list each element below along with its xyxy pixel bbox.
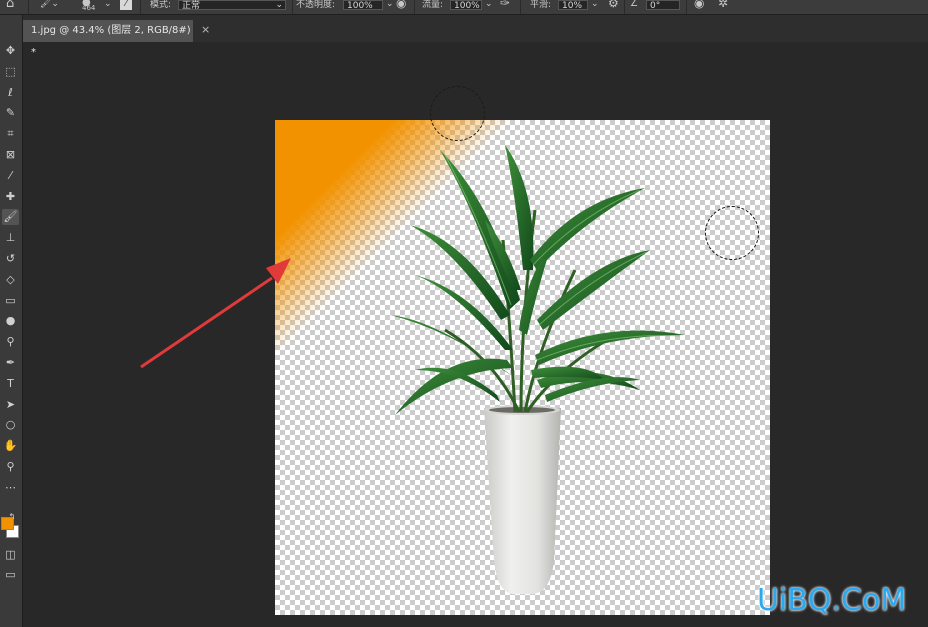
chevron-down-icon: ⌄ — [275, 0, 283, 10]
more-tools-icon[interactable]: ⋯ — [2, 480, 19, 496]
plant-image — [390, 145, 685, 594]
eraser-tool-icon[interactable]: ◇ — [2, 272, 19, 288]
opacity-label: 不透明度: — [296, 0, 336, 10]
mode-select[interactable]: 正常 ⌄ — [178, 0, 286, 11]
brush-panel-icon[interactable]: ⁄ — [120, 0, 132, 10]
ellipse-tool-icon[interactable]: ○ — [2, 417, 19, 433]
history-brush-tool-icon[interactable]: ↺ — [2, 251, 19, 267]
dodge-tool-icon[interactable]: ⚲ — [2, 334, 19, 350]
lasso-tool-icon[interactable]: ℓ — [2, 85, 19, 101]
home-icon[interactable]: ⌂ — [6, 0, 14, 12]
gradient-tool-icon[interactable]: ▭ — [2, 293, 19, 309]
chevron-down-icon[interactable]: ⌄ — [591, 0, 599, 13]
angle-icon: ∠ — [630, 0, 639, 9]
hand-tool-icon[interactable]: ✋ — [2, 438, 19, 454]
mode-label: 模式: — [150, 0, 172, 10]
document-tab-title: 1.jpg @ 43.4% (图层 2, RGB/8#) * — [31, 25, 191, 58]
angle-field[interactable]: 0° — [646, 0, 680, 11]
gear-icon[interactable]: ⚙ — [608, 0, 619, 12]
opacity-value: 100% — [347, 1, 373, 11]
options-bar: ⌂ 🖌⌄ ● 464 ⌄ ⁄ 模式: 正常 ⌄ 不透明度: 100% ⌄ ◉ 流… — [0, 0, 928, 15]
path-select-tool-icon[interactable]: ➤ — [2, 397, 19, 413]
flow-label: 流量: — [422, 0, 444, 10]
screen-mode-icon[interactable]: ▭ — [2, 567, 19, 583]
vase — [484, 408, 561, 594]
brush-tool-preset-icon[interactable]: 🖌⌄ — [40, 0, 59, 13]
quick-mask-icon[interactable]: ◫ — [2, 547, 19, 563]
marquee-tool-icon[interactable]: ⬚ — [2, 64, 19, 80]
frame-tool-icon[interactable]: ⊠ — [2, 147, 19, 163]
eyedropper-tool-icon[interactable]: ⁄ — [2, 168, 19, 184]
chevron-down-icon[interactable]: ⌄ — [485, 0, 493, 13]
mode-select-value: 正常 — [182, 1, 201, 11]
brush-size-value: 464 — [82, 4, 96, 12]
angle-value: 0° — [650, 1, 661, 11]
chevron-down-icon[interactable]: ⌄ — [104, 0, 112, 13]
brush-size-circle — [430, 86, 485, 141]
healing-brush-tool-icon[interactable]: ✚ — [2, 189, 19, 205]
pen-tool-icon[interactable]: ✒ — [2, 355, 19, 371]
zoom-tool-icon[interactable]: ⚲ — [2, 459, 19, 475]
quick-select-tool-icon[interactable]: ✎ — [2, 105, 19, 121]
blur-tool-icon[interactable]: ● — [2, 313, 19, 329]
pressure-opacity-icon[interactable]: ◉ — [396, 0, 406, 12]
airbrush-icon[interactable]: ✑ — [500, 0, 510, 12]
document-canvas[interactable] — [275, 120, 770, 615]
smoothing-value: 10% — [562, 1, 583, 11]
move-tool-icon[interactable]: ✥ — [2, 43, 19, 59]
pressure-size-icon[interactable]: ◉ — [694, 0, 704, 12]
swap-colors-icon[interactable]: ↰ — [4, 509, 20, 525]
brush-cursor — [705, 206, 759, 260]
document-tab-bar: 1.jpg @ 43.4% (图层 2, RGB/8#) * × — [23, 15, 928, 58]
document-tab[interactable]: 1.jpg @ 43.4% (图层 2, RGB/8#) * — [23, 20, 193, 58]
clone-stamp-tool-icon[interactable]: ⊥ — [2, 230, 19, 246]
watermark-text: UiBQ.CoM — [757, 583, 907, 618]
opacity-field[interactable]: 100% — [343, 0, 383, 11]
chevron-down-icon[interactable]: ⌄ — [386, 0, 394, 13]
symmetry-icon[interactable]: ✲ — [718, 0, 728, 12]
crop-tool-icon[interactable]: ⌗ — [2, 126, 19, 142]
tools-panel: ✥ ⬚ ℓ ✎ ⌗ ⊠ ⁄ ✚ 🖌 ⊥ ↺ ◇ ▭ ● ⚲ ✒ T ➤ ○ ✋ ⚲ ⋯ ↰ ◫ ▭ — [0, 15, 23, 627]
brush-tool-icon[interactable]: 🖌 — [2, 209, 19, 226]
smoothing-label: 平滑: — [530, 0, 552, 10]
type-tool-icon[interactable]: T — [2, 376, 19, 392]
flow-value: 100% — [454, 1, 480, 11]
flow-field[interactable]: 100% — [450, 0, 482, 11]
close-icon[interactable]: × — [201, 23, 210, 36]
smoothing-field[interactable]: 10% — [558, 0, 588, 11]
